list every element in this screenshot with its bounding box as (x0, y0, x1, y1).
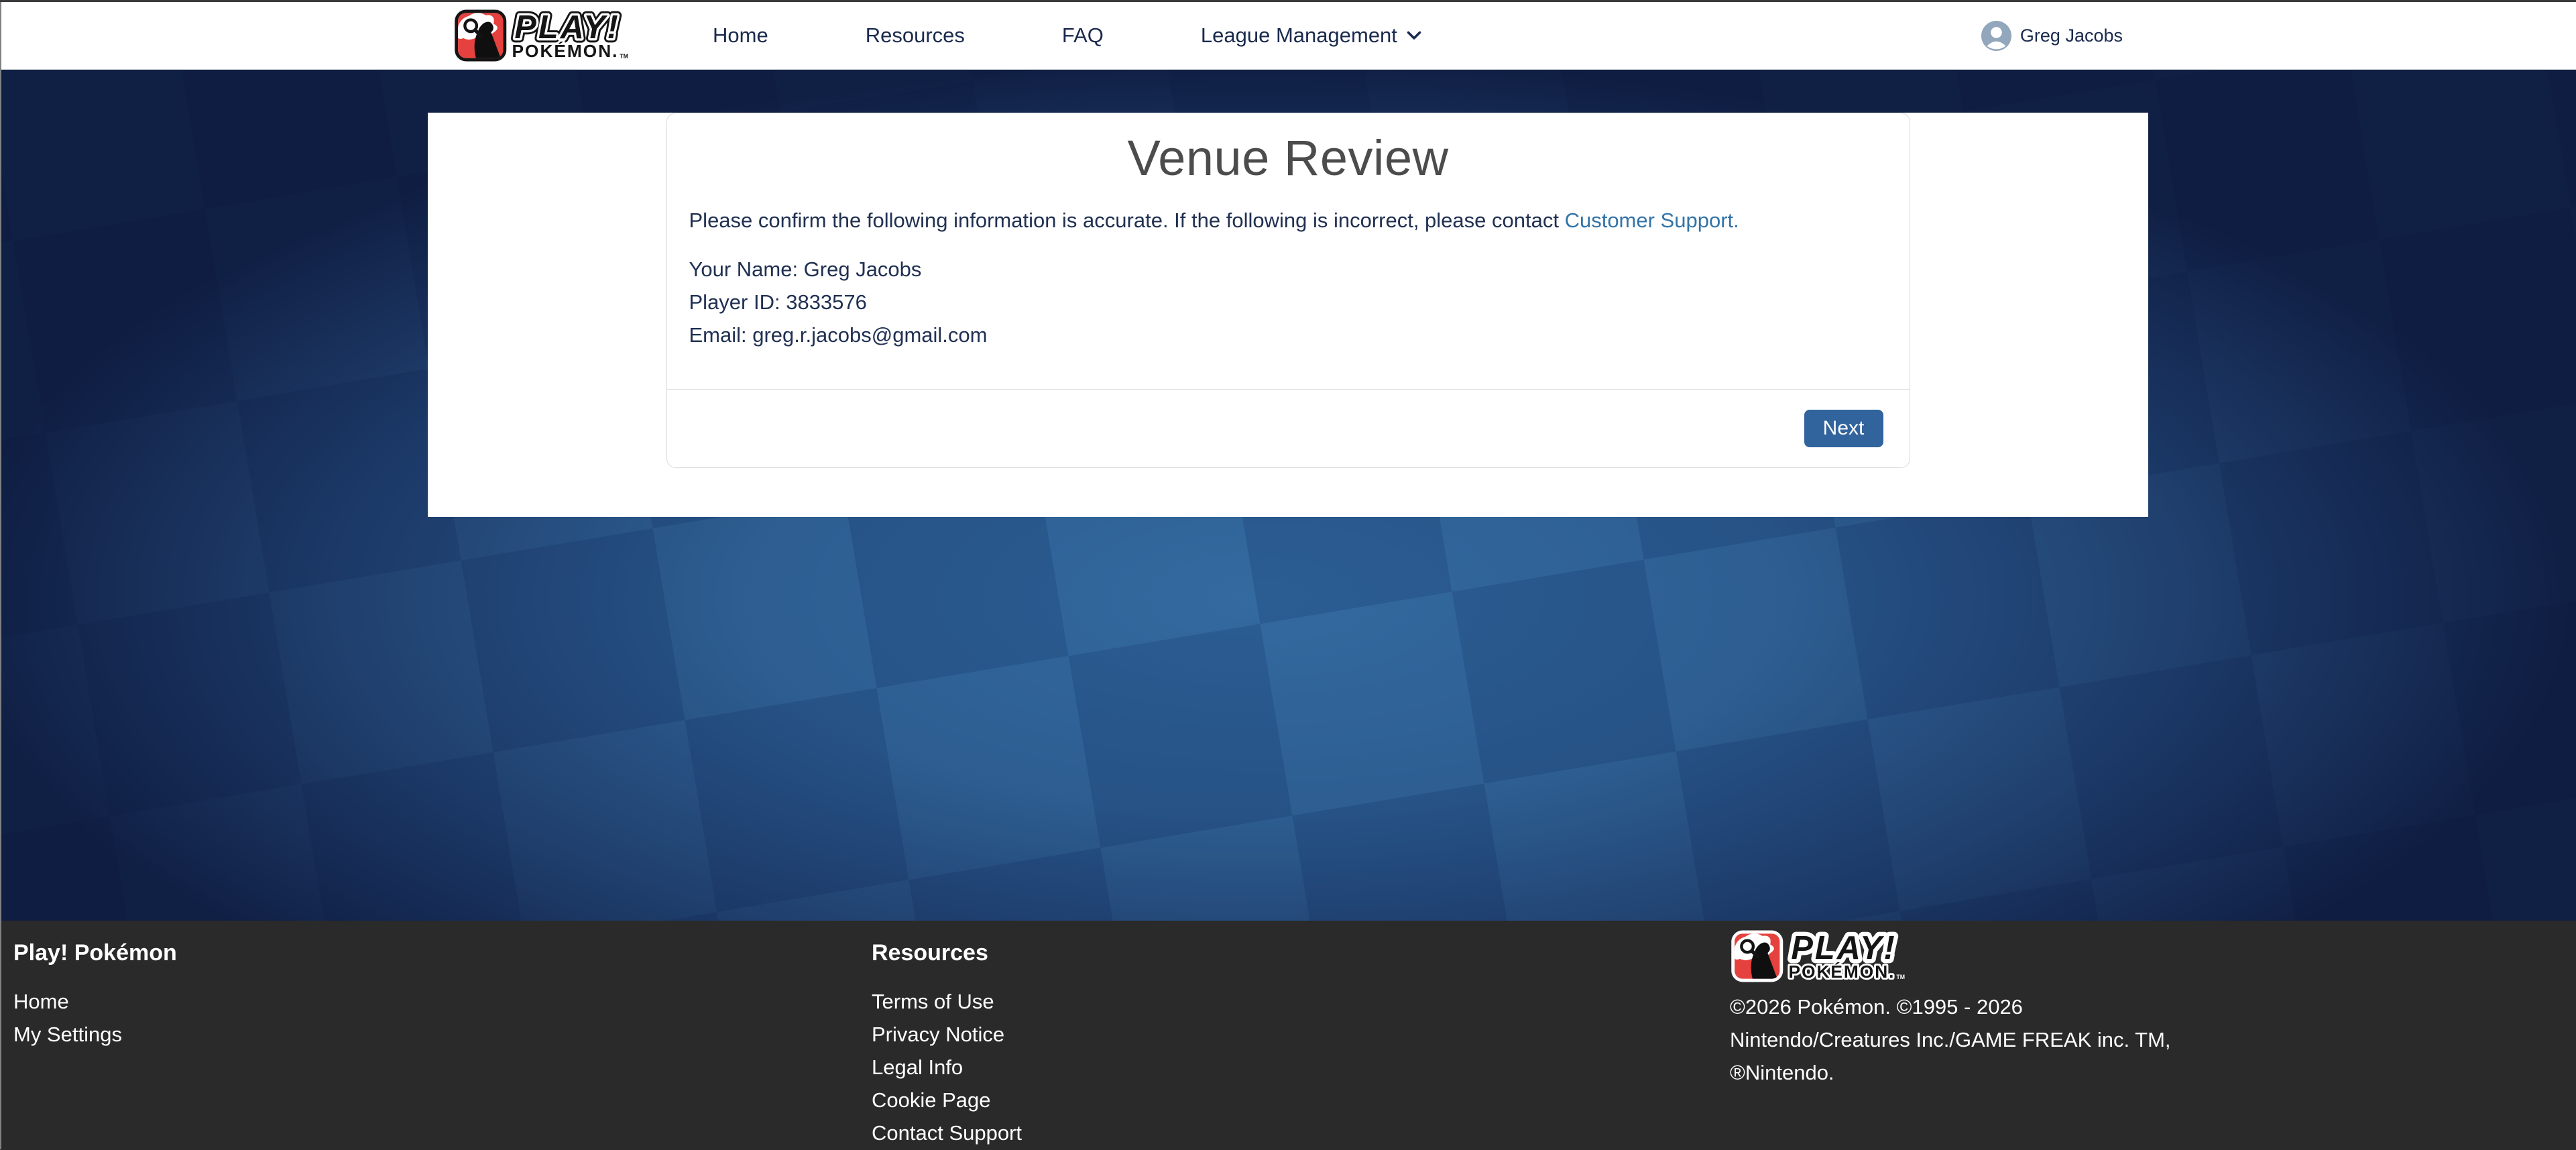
content-panel: Venue Review Please confirm the followin… (428, 113, 2148, 517)
page-footer: Play! Pokémon Home My Settings Resources… (0, 921, 2576, 1150)
player-name-line: Your Name: Greg Jacobs (689, 253, 1887, 286)
confirmation-text: Please confirm the following information… (689, 208, 1887, 234)
footer-link-terms-of-use[interactable]: Terms of Use (872, 985, 1022, 1018)
footer-heading-play-pokemon: Play! Pokémon (13, 938, 177, 968)
footer-column-legal: PLAY! PLAY! PLAY! POKÉMON. POKÉMON. TM ©… (1730, 930, 2199, 1089)
copyright-text: ©2026 Pokémon. ©1995 - 2026 Nintendo/Cre… (1730, 990, 2199, 1089)
player-id-line: Player ID: 3833576 (689, 286, 1887, 319)
logo-badge-art (457, 13, 504, 58)
footer-heading-resources: Resources (872, 938, 1022, 968)
footer-link-privacy-notice[interactable]: Privacy Notice (872, 1018, 1022, 1051)
svg-text:TM: TM (620, 53, 628, 60)
footer-link-cookie-page[interactable]: Cookie Page (872, 1084, 1022, 1116)
logo-badge-art (1734, 933, 1780, 979)
svg-text:PLAY!: PLAY! (1791, 930, 1896, 966)
svg-text:POKÉMON.: POKÉMON. (1789, 962, 1895, 982)
card-footer: Next (667, 389, 1910, 467)
venue-review-card-body: Venue Review Please confirm the followin… (667, 113, 1910, 389)
svg-text:PLAY!: PLAY! (514, 9, 620, 46)
customer-support-link[interactable]: Customer Support (1565, 209, 1734, 232)
player-info-block: Your Name: Greg Jacobs Player ID: 383357… (689, 253, 1887, 351)
nav-link-home[interactable]: Home (713, 23, 768, 48)
player-email-line: Email: greg.r.jacobs@gmail.com (689, 319, 1887, 351)
logo-wordmark: PLAY! PLAY! PLAY! POKÉMON. POKÉMON. TM (1789, 930, 1906, 982)
venue-review-card: Venue Review Please confirm the followin… (666, 113, 1910, 468)
user-avatar-icon (1981, 21, 2011, 51)
top-navigation-bar: PLAY! PLAY! PLAY! POKÉMON. POKÉMON. TM H… (0, 2, 2576, 70)
svg-text:POKÉMON.: POKÉMON. (512, 41, 619, 61)
footer-column-play-pokemon: Play! Pokémon Home My Settings (13, 938, 177, 1051)
footer-link-contact-support[interactable]: Contact Support (872, 1116, 1022, 1149)
footer-link-my-settings[interactable]: My Settings (13, 1018, 177, 1051)
user-menu[interactable]: Greg Jacobs (1981, 21, 2123, 51)
logo-wordmark: PLAY! PLAY! PLAY! POKÉMON. POKÉMON. TM (512, 9, 629, 61)
nav-link-faq[interactable]: FAQ (1062, 23, 1104, 48)
user-name: Greg Jacobs (2020, 25, 2123, 46)
window-left-edge (0, 2, 1, 1149)
footer-link-legal-info[interactable]: Legal Info (872, 1051, 1022, 1084)
nav-link-league-management[interactable]: League Management (1201, 23, 1421, 48)
play-pokemon-logo[interactable]: PLAY! PLAY! PLAY! POKÉMON. POKÉMON. TM (453, 9, 652, 62)
nav-link-resources[interactable]: Resources (866, 23, 965, 48)
chevron-down-icon (1407, 31, 1421, 40)
footer-play-pokemon-logo: PLAY! PLAY! PLAY! POKÉMON. POKÉMON. TM (1730, 930, 1928, 982)
footer-column-resources: Resources Terms of Use Privacy Notice Le… (872, 938, 1022, 1149)
hero-section: Venue Review Please confirm the followin… (0, 70, 2576, 921)
page-title: Venue Review (689, 129, 1887, 186)
footer-link-home[interactable]: Home (13, 985, 177, 1018)
nav-links: Home Resources FAQ League Management (713, 23, 1421, 48)
svg-text:TM: TM (1896, 974, 1905, 980)
next-button[interactable]: Next (1804, 410, 1883, 447)
